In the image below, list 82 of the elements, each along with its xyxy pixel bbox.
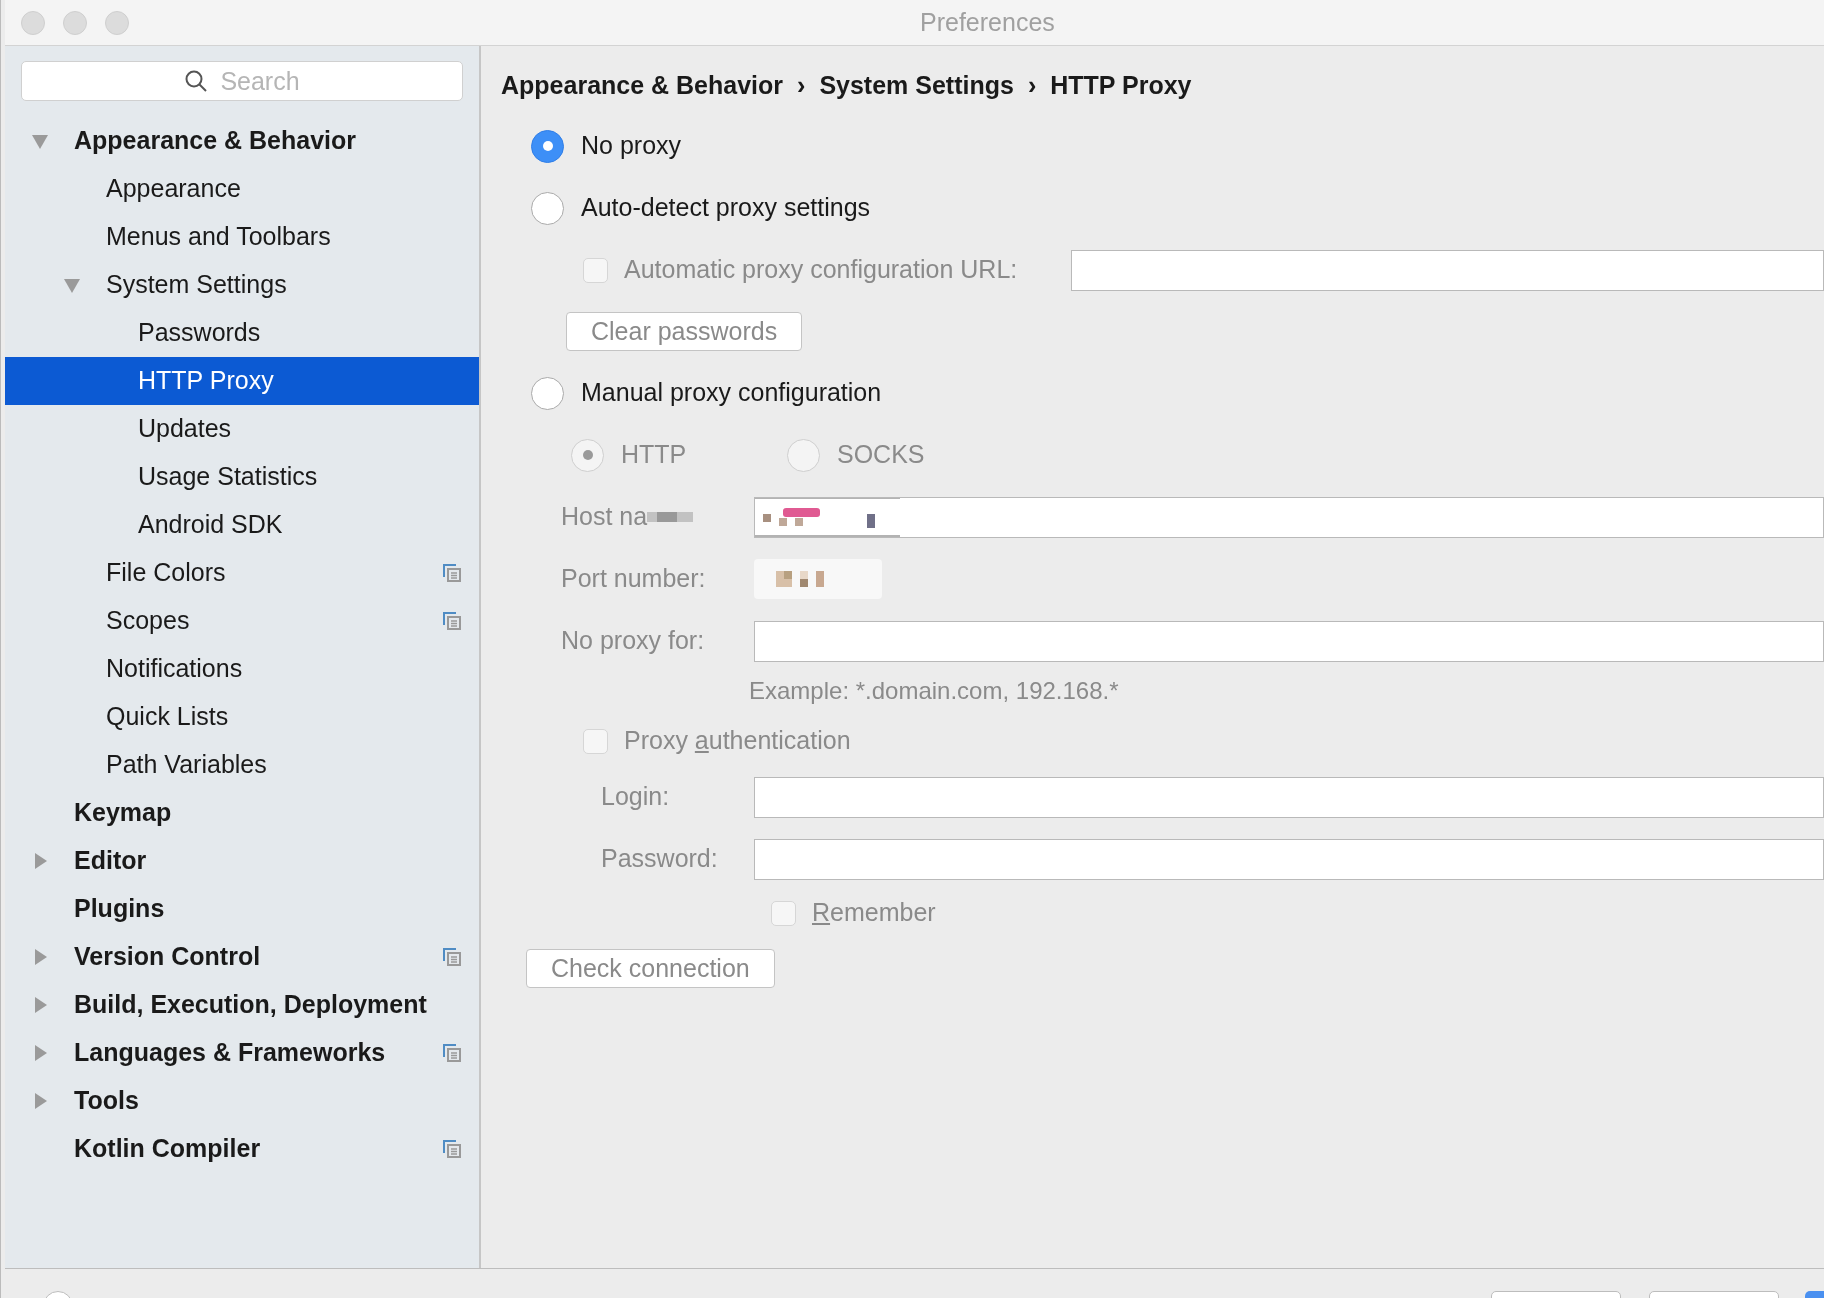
stacked-pages-icon [443, 948, 461, 966]
tree-item-label: Android SDK [138, 509, 283, 541]
radio-button[interactable] [531, 376, 564, 410]
breadcrumb-separator: › [1027, 70, 1037, 102]
tree-item[interactable]: Scopes [5, 597, 479, 645]
tree-item[interactable]: Passwords [5, 309, 479, 357]
redacted-drawing [776, 571, 826, 589]
tree-item-label: Notifications [106, 653, 243, 685]
tree-item[interactable]: Quick Lists [5, 693, 479, 741]
tree-item[interactable]: Version Control [5, 933, 479, 981]
zoom-button[interactable] [105, 10, 129, 35]
checkbox-label: Proxy authentication [624, 725, 851, 757]
tree-item-label: Kotlin Compiler [74, 1133, 261, 1165]
tree-item[interactable]: File Colors [5, 549, 479, 597]
stacked-pages-icon [443, 612, 461, 630]
breadcrumb-item[interactable]: Appearance & Behavior [501, 67, 784, 105]
expanded-arrow-icon[interactable] [63, 276, 81, 294]
tree-item[interactable]: Menus and Toolbars [5, 213, 479, 261]
tree-item-label: Languages & Frameworks [74, 1037, 386, 1069]
radio-label: Manual proxy configuration [581, 377, 882, 409]
tree-item[interactable]: Editor [5, 837, 479, 885]
radio-button[interactable] [531, 129, 564, 163]
breadcrumb-item[interactable]: System Settings [819, 67, 1014, 105]
search-field[interactable]: Search [21, 61, 463, 101]
search-icon [184, 69, 208, 93]
breadcrumb-separator: › [797, 70, 806, 102]
field-label: No proxy for: [561, 625, 706, 657]
tree-item[interactable]: Android SDK [5, 501, 479, 549]
radio-button[interactable] [531, 191, 564, 225]
radio-label: SOCKS [837, 439, 925, 471]
tree-item[interactable]: Path Variables [5, 741, 479, 789]
radio-label: No proxy [581, 130, 682, 162]
stacked-pages-icon [443, 564, 461, 582]
tree-item-label: Version Control [74, 941, 261, 973]
expanded-arrow-icon[interactable] [31, 132, 49, 150]
field-label: Host na [561, 501, 648, 533]
radio-label: Auto-detect proxy settings [581, 192, 871, 224]
breadcrumb-item[interactable]: HTTP Proxy [1050, 67, 1192, 105]
tree-item-label: Usage Statistics [138, 461, 318, 493]
tree-item-label: Appearance & Behavior [74, 125, 357, 157]
tree-item-label: Build, Execution, Deployment [74, 989, 427, 1021]
tree-item[interactable]: Tools [5, 1077, 479, 1125]
tree-item-label: Menus and Toolbars [106, 221, 331, 253]
tree-item-label: Quick Lists [106, 701, 229, 733]
tree-item[interactable]: Keymap [5, 789, 479, 837]
tree-item-label: Keymap [74, 797, 172, 829]
tree-item[interactable]: Kotlin Compiler [5, 1125, 479, 1173]
tree-item-label: Appearance [106, 173, 241, 205]
tree-item-label: Scopes [106, 605, 190, 637]
tree-item-label: File Colors [106, 557, 226, 589]
tree-item[interactable]: Appearance [5, 165, 479, 213]
tree-item-label: Passwords [138, 317, 261, 349]
tree-item[interactable]: Appearance & Behavior [5, 117, 479, 165]
tree-item[interactable]: System Settings [5, 261, 479, 309]
blur-smudge-icon [647, 512, 694, 522]
tree-item[interactable]: Notifications [5, 645, 479, 693]
tree-item[interactable]: Usage Statistics [5, 453, 479, 501]
window-title: Preferences [920, 6, 1055, 38]
tree-item-label: Updates [138, 413, 232, 445]
stacked-pages-icon [443, 1044, 461, 1062]
field-label: Port number: [561, 563, 707, 595]
tree-item[interactable]: Updates [5, 405, 479, 453]
close-button[interactable] [21, 10, 45, 35]
hint-text: Example: *.domain.com, 192.168.* [748, 676, 1120, 706]
tree-item[interactable]: Build, Execution, Deployment [5, 981, 479, 1029]
tree-item-label: Tools [74, 1085, 139, 1117]
field-label: Password: [601, 843, 719, 875]
tree-item-label: Plugins [74, 893, 165, 925]
field-label: Login: [601, 781, 671, 813]
checkbox-label: Automatic proxy configuration URL: [624, 254, 1018, 286]
tree-item-label: Editor [74, 845, 147, 877]
tree-item[interactable]: Languages & Frameworks [5, 1029, 479, 1077]
tree-item-label: System Settings [106, 269, 287, 301]
checkbox-label: Remember [812, 897, 936, 929]
radio-label: HTTP [621, 439, 687, 471]
tree-item[interactable]: HTTP Proxy [5, 357, 479, 405]
tree-item-label: Path Variables [106, 749, 267, 781]
tree-item[interactable]: Plugins [5, 885, 479, 933]
stacked-pages-icon [443, 1140, 461, 1158]
tree-item-label: HTTP Proxy [138, 365, 274, 397]
url-field[interactable] [1071, 249, 1824, 291]
minimize-button[interactable] [63, 10, 87, 35]
